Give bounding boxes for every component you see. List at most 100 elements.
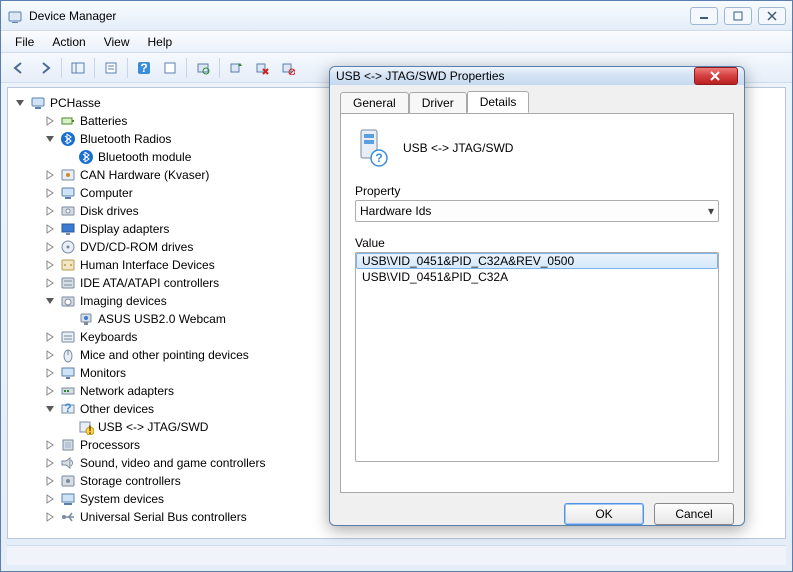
back-button[interactable] <box>7 56 31 80</box>
tree-root-label: PCHasse <box>50 94 101 112</box>
help-button[interactable]: ? <box>132 56 156 80</box>
bluetooth-icon <box>78 149 94 165</box>
dialog-close-button[interactable] <box>694 67 738 85</box>
tree-item-label: IDE ATA/ATAPI controllers <box>80 274 219 292</box>
minimize-button[interactable] <box>690 7 718 25</box>
device-manager-window: Device Manager File Action View Help ? <box>0 0 793 572</box>
cpu-icon <box>60 437 76 453</box>
titlebar: Device Manager <box>1 1 792 31</box>
computer-icon <box>60 185 76 201</box>
svg-text:!: ! <box>88 423 92 435</box>
svg-text:?: ? <box>64 401 71 415</box>
tree-item-label: Mice and other pointing devices <box>80 346 249 364</box>
menu-help[interactable]: Help <box>140 33 181 51</box>
expander-icon[interactable] <box>44 493 56 505</box>
maximize-button[interactable] <box>724 7 752 25</box>
close-button[interactable] <box>758 7 786 25</box>
expander-icon[interactable] <box>44 457 56 469</box>
expander-icon[interactable] <box>44 439 56 451</box>
expander-icon[interactable] <box>44 133 56 145</box>
expander-icon[interactable] <box>44 295 56 307</box>
dialog-tabs: General Driver Details <box>340 91 734 113</box>
tree-item-label: ASUS USB2.0 Webcam <box>98 310 226 328</box>
computer-icon <box>30 95 46 111</box>
expander-icon[interactable] <box>62 151 74 163</box>
tree-item-label: Network adapters <box>80 382 174 400</box>
action-button[interactable] <box>158 56 182 80</box>
show-hide-tree-button[interactable] <box>66 56 90 80</box>
expander-icon[interactable] <box>44 241 56 253</box>
property-combobox[interactable]: Hardware Ids ▾ <box>355 200 719 222</box>
sound-icon <box>60 455 76 471</box>
expander-icon[interactable] <box>44 223 56 235</box>
expander-icon[interactable] <box>44 403 56 415</box>
bluetooth-icon <box>60 131 76 147</box>
statusbar <box>7 545 786 565</box>
menubar: File Action View Help <box>1 31 792 53</box>
expander-icon[interactable] <box>44 169 56 181</box>
properties-dialog: USB <-> JTAG/SWD Properties General Driv… <box>329 66 745 526</box>
tree-item-label: Batteries <box>80 112 127 130</box>
tree-item-label: Keyboards <box>80 328 137 346</box>
tab-panel-details: ? USB <-> JTAG/SWD Property Hardware Ids… <box>340 113 734 493</box>
can-icon <box>60 167 76 183</box>
expander-icon[interactable] <box>44 115 56 127</box>
expander-icon[interactable] <box>44 367 56 379</box>
mouse-icon <box>60 347 76 363</box>
monitor-icon <box>60 365 76 381</box>
tree-item-label: Bluetooth module <box>98 148 191 166</box>
expander-icon[interactable] <box>44 205 56 217</box>
menu-action[interactable]: Action <box>44 33 93 51</box>
device-name: USB <-> JTAG/SWD <box>403 141 513 155</box>
storage-icon <box>60 473 76 489</box>
usb-icon <box>60 509 76 525</box>
dialog-title: USB <-> JTAG/SWD Properties <box>336 69 505 83</box>
tab-driver[interactable]: Driver <box>409 92 467 113</box>
tree-item-label: CAN Hardware (Kvaser) <box>80 166 209 184</box>
uninstall-button[interactable] <box>250 56 274 80</box>
tree-item-label: Bluetooth Radios <box>80 130 171 148</box>
app-icon <box>7 8 23 24</box>
tree-item-label: Disk drives <box>80 202 139 220</box>
optical-icon <box>60 239 76 255</box>
expander-icon[interactable] <box>44 385 56 397</box>
ok-button[interactable]: OK <box>564 503 644 525</box>
webcam-icon <box>78 311 94 327</box>
expander-icon[interactable] <box>44 511 56 523</box>
tree-item-label: DVD/CD-ROM drives <box>80 238 193 256</box>
expander-icon[interactable] <box>62 421 74 433</box>
expander-icon[interactable] <box>14 97 26 109</box>
properties-button[interactable] <box>99 56 123 80</box>
expander-icon[interactable] <box>44 349 56 361</box>
disable-button[interactable] <box>276 56 300 80</box>
tree-item-label: System devices <box>80 490 164 508</box>
expander-icon[interactable] <box>44 475 56 487</box>
property-label: Property <box>355 184 719 198</box>
value-listbox[interactable]: USB\VID_0451&PID_C32A&REV_0500USB\VID_04… <box>355 252 719 462</box>
imaging-icon <box>60 293 76 309</box>
svg-text:?: ? <box>140 61 147 75</box>
value-item[interactable]: USB\VID_0451&PID_C32A&REV_0500 <box>356 253 718 269</box>
expander-icon[interactable] <box>44 277 56 289</box>
expander-icon[interactable] <box>44 331 56 343</box>
menu-file[interactable]: File <box>7 33 42 51</box>
expander-icon[interactable] <box>44 259 56 271</box>
ide-icon <box>60 275 76 291</box>
expander-icon[interactable] <box>62 313 74 325</box>
window-title: Device Manager <box>29 9 116 23</box>
expander-icon[interactable] <box>44 187 56 199</box>
tab-general[interactable]: General <box>340 92 409 113</box>
tree-item-label: Imaging devices <box>80 292 167 310</box>
value-item[interactable]: USB\VID_0451&PID_C32A <box>356 269 718 285</box>
tab-details[interactable]: Details <box>467 91 530 113</box>
cancel-button[interactable]: Cancel <box>654 503 734 525</box>
disk-icon <box>60 203 76 219</box>
scan-hardware-button[interactable] <box>191 56 215 80</box>
forward-button[interactable] <box>33 56 57 80</box>
tree-item-label: Human Interface Devices <box>80 256 215 274</box>
tree-item-label: Storage controllers <box>80 472 181 490</box>
dialog-titlebar[interactable]: USB <-> JTAG/SWD Properties <box>330 67 744 85</box>
menu-view[interactable]: View <box>96 33 138 51</box>
network-icon <box>60 383 76 399</box>
update-driver-button[interactable] <box>224 56 248 80</box>
